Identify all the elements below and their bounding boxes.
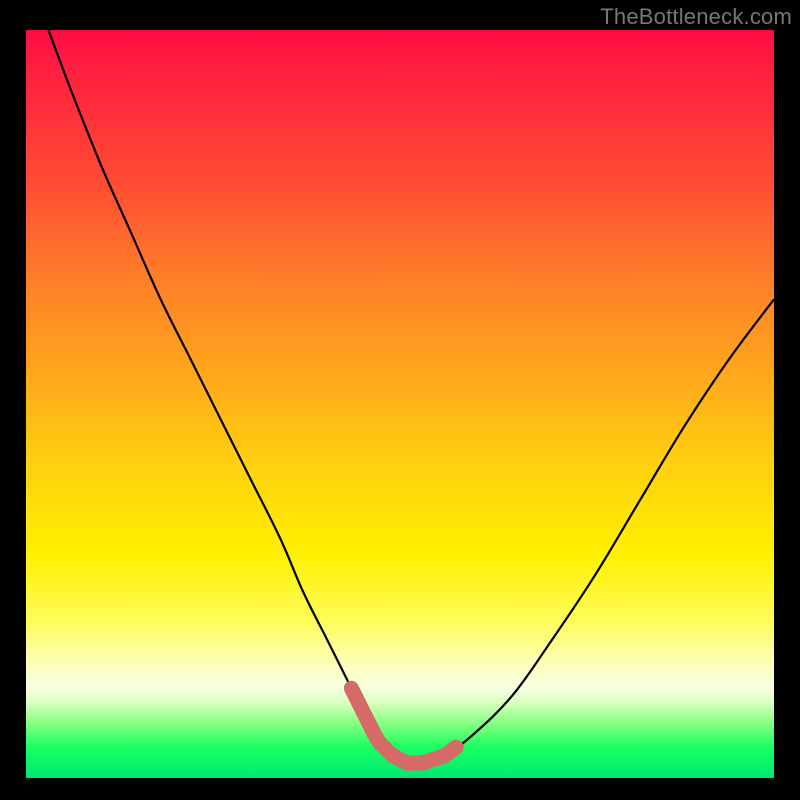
bottleneck-curve <box>48 30 774 764</box>
plot-area <box>26 30 774 778</box>
watermark-text: TheBottleneck.com <box>600 4 792 30</box>
accent-overlay <box>351 688 456 763</box>
accent-segment <box>351 688 373 733</box>
chart-frame: TheBottleneck.com <box>0 0 800 800</box>
accent-segment <box>422 747 456 763</box>
curve-layer <box>26 30 774 778</box>
